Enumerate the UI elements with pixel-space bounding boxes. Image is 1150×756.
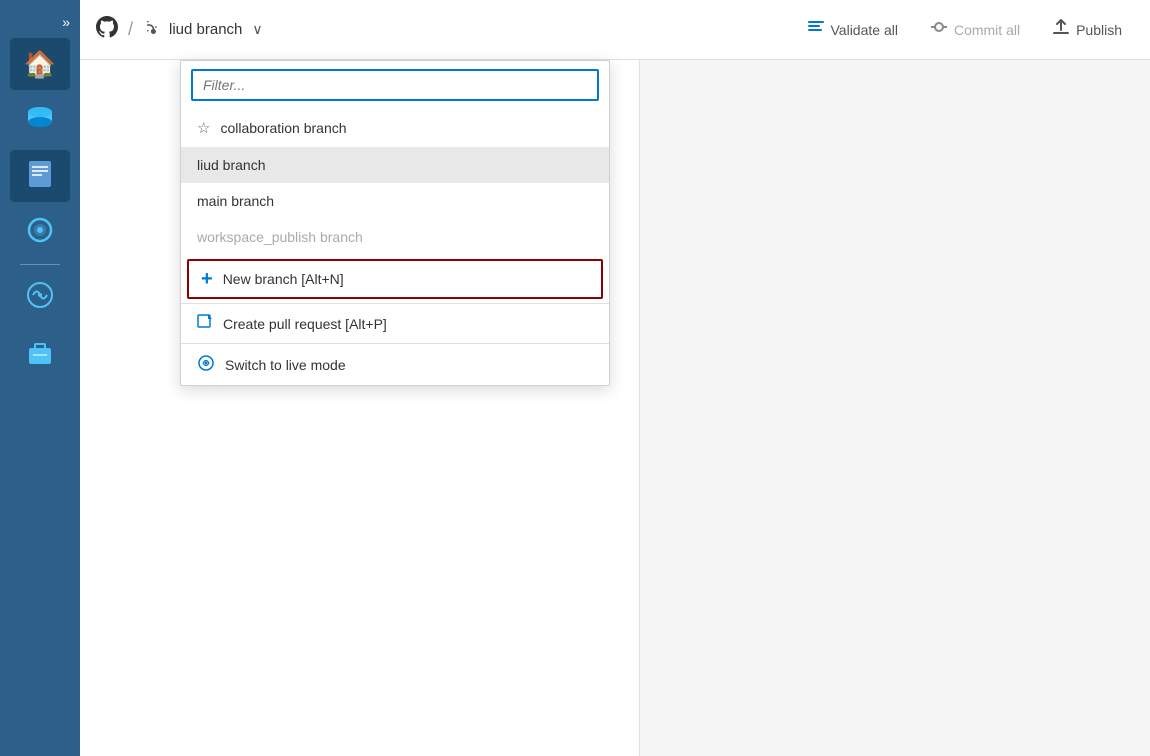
pipeline-icon: [25, 215, 55, 250]
commit-icon: [930, 18, 948, 41]
sidebar-item-home[interactable]: 🏠: [10, 38, 70, 90]
sidebar: » 🏠: [0, 0, 80, 756]
topbar-dropdown-toggle[interactable]: ∨: [252, 21, 262, 38]
branch-dropdown: ☆ collaboration branch liud branch main …: [180, 60, 610, 386]
plus-icon: +: [201, 269, 213, 289]
new-branch-label: New branch [Alt+N]: [223, 271, 344, 287]
topbar: / liud branch ∨ Validate all: [80, 0, 1150, 60]
new-branch-button[interactable]: + New branch [Alt+N]: [187, 259, 603, 299]
document-icon: [25, 159, 55, 194]
filter-input[interactable]: [191, 69, 599, 101]
pull-request-icon: [197, 314, 213, 333]
branch-label-liud: liud branch: [197, 157, 266, 173]
left-panel: 5 ☆ collaboration branch liud branch: [80, 60, 640, 756]
topbar-separator: /: [128, 19, 133, 40]
branch-item-main[interactable]: main branch: [181, 183, 609, 219]
commit-all-label: Commit all: [954, 22, 1020, 38]
sidebar-divider: [20, 264, 60, 265]
switch-live-mode-label: Switch to live mode: [225, 357, 346, 373]
validate-all-label: Validate all: [831, 22, 898, 38]
commit-all-button[interactable]: Commit all: [918, 12, 1032, 47]
main-area: / liud branch ∨ Validate all: [80, 0, 1150, 756]
branch-item-collaboration[interactable]: ☆ collaboration branch: [181, 109, 609, 147]
branch-label-workspace-publish: workspace_publish branch: [197, 229, 363, 245]
branch-item-liud[interactable]: liud branch: [181, 147, 609, 183]
topbar-branch-name: liud branch: [169, 21, 242, 38]
publish-button[interactable]: Publish: [1040, 12, 1134, 47]
sidebar-item-toolbox[interactable]: [10, 327, 70, 379]
monitor-icon: [25, 280, 55, 315]
sidebar-item-monitor[interactable]: [10, 271, 70, 323]
sidebar-item-pipeline[interactable]: [10, 206, 70, 258]
validate-icon: [807, 18, 825, 41]
publish-icon: [1052, 18, 1070, 41]
live-mode-icon: [197, 354, 215, 375]
sidebar-collapse-button[interactable]: »: [56, 8, 76, 36]
publish-label: Publish: [1076, 22, 1122, 38]
right-panel: [640, 60, 1150, 756]
toolbox-icon: [25, 336, 55, 371]
switch-live-mode-button[interactable]: Switch to live mode: [181, 344, 609, 385]
create-pull-request-label: Create pull request [Alt+P]: [223, 316, 387, 332]
content-area: 5 ☆ collaboration branch liud branch: [80, 60, 1150, 756]
sidebar-item-database[interactable]: [10, 94, 70, 146]
star-icon: ☆: [197, 119, 210, 137]
database-icon: [24, 102, 56, 139]
github-icon: [96, 16, 118, 43]
sidebar-item-document[interactable]: [10, 150, 70, 202]
validate-all-button[interactable]: Validate all: [795, 12, 910, 47]
create-pull-request-button[interactable]: Create pull request [Alt+P]: [181, 304, 609, 343]
branch-item-workspace-publish: workspace_publish branch: [181, 219, 609, 255]
filter-wrapper: [181, 61, 609, 109]
branch-label-main: main branch: [197, 193, 274, 209]
branch-icon: [143, 18, 161, 41]
branch-label-collaboration: collaboration branch: [220, 120, 346, 136]
home-icon: 🏠: [24, 49, 56, 80]
